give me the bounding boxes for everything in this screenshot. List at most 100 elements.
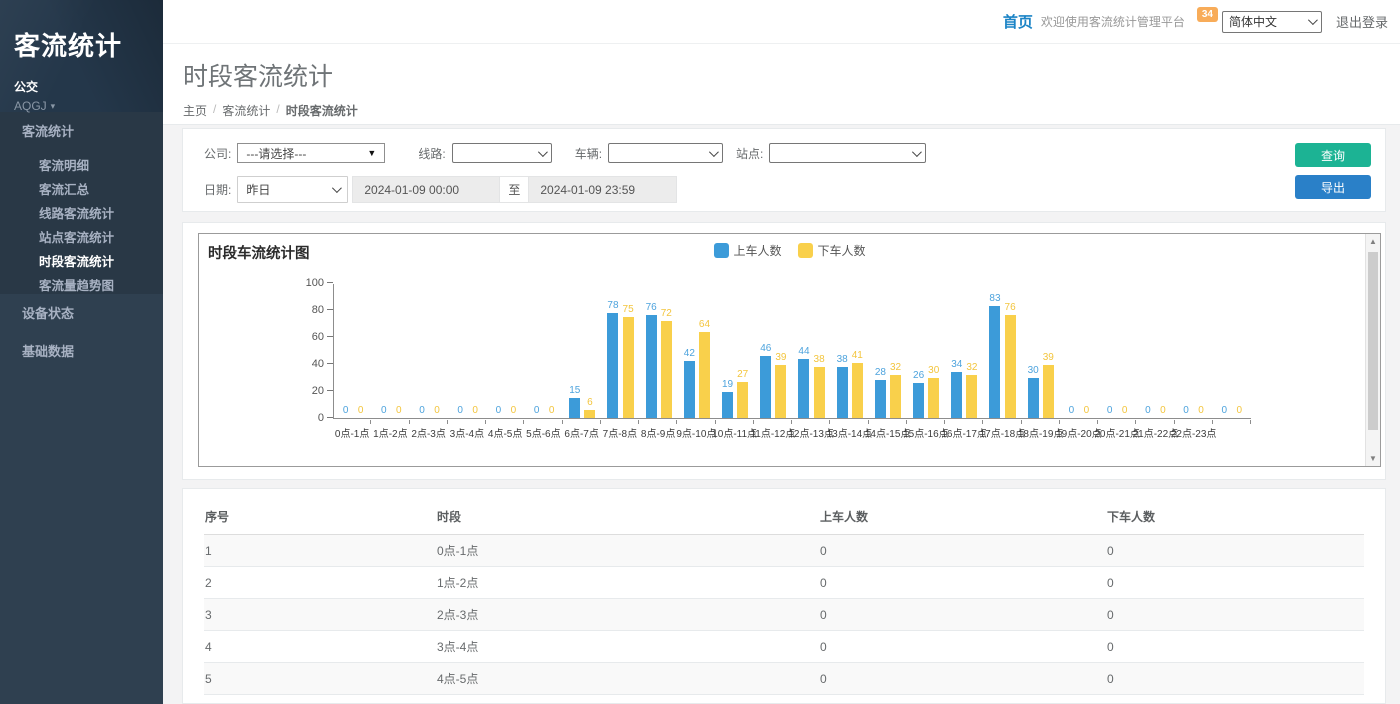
table-row: 21点-2点00 xyxy=(204,567,1364,599)
x-axis-label: 18点-19点 xyxy=(1022,425,1060,440)
date-range-separator: 至 xyxy=(500,176,528,203)
sidebar-item[interactable]: 客流统计 xyxy=(0,112,163,150)
scroll-up-icon[interactable]: ▲ xyxy=(1366,234,1380,249)
chart-category: 3039 xyxy=(1022,284,1060,418)
bar-value-label: 0 xyxy=(511,405,517,416)
notification-badge: 34 xyxy=(1197,7,1218,22)
caret-down-icon: ▾ xyxy=(51,101,56,112)
x-axis-label: 19点-20点 xyxy=(1060,425,1098,440)
sidebar-subitem[interactable]: 客流明细 xyxy=(0,150,163,174)
sidebar-subitem[interactable]: 客流汇总 xyxy=(0,174,163,198)
station-select[interactable] xyxy=(769,143,926,163)
sidebar-subitem[interactable]: 时段客流统计 xyxy=(0,246,163,270)
breadcrumb-item: 时段客流统计 xyxy=(286,102,358,119)
bar-value-label: 32 xyxy=(966,362,977,373)
date-preset-select[interactable]: 昨日 xyxy=(237,176,348,203)
bar-column: 0 xyxy=(378,405,389,418)
bar-value-label: 64 xyxy=(699,319,710,330)
sidebar-brand: 客流统计 公交 AQGJ ▾ xyxy=(0,0,163,112)
sidebar-subitem[interactable]: 客流量趋势图 xyxy=(0,270,163,294)
bar xyxy=(1005,315,1016,418)
date-from-input[interactable]: 2024-01-09 00:00 xyxy=(352,176,500,203)
bar-column: 0 xyxy=(546,405,557,418)
query-button[interactable]: 查询 xyxy=(1295,143,1371,167)
bar xyxy=(607,313,618,418)
language-select[interactable]: 简体中文 xyxy=(1222,11,1322,33)
legend-item[interactable]: 上车人数 xyxy=(713,242,781,259)
chart-panel: 时段车流统计图 上车人数下车人数 00000000000015678757672… xyxy=(182,222,1386,480)
bar-value-label: 75 xyxy=(623,304,634,315)
bar-value-label: 39 xyxy=(1043,352,1054,363)
table-header-row: 序号时段上车人数下车人数 xyxy=(204,499,1364,535)
table-column-header: 序号 xyxy=(204,499,436,535)
date-label: 日期: xyxy=(204,181,231,198)
bar-column: 38 xyxy=(837,354,848,418)
scroll-down-icon[interactable]: ▼ xyxy=(1366,451,1380,466)
date-preset-value: 昨日 xyxy=(246,181,270,198)
sidebar-subitem[interactable]: 站点客流统计 xyxy=(0,222,163,246)
bar xyxy=(661,321,672,418)
sidebar-subitem[interactable]: 线路客流统计 xyxy=(0,198,163,222)
chart-category: 2630 xyxy=(907,284,945,418)
page-heading: 时段客流统计 主页/客流统计/时段客流统计 xyxy=(163,44,1400,125)
date-to-input[interactable]: 2024-01-09 23:59 xyxy=(528,176,677,203)
bar-column: 0 xyxy=(1066,405,1077,418)
legend-label: 下车人数 xyxy=(818,242,866,259)
bar xyxy=(1028,378,1039,419)
breadcrumb-separator: / xyxy=(276,102,279,119)
x-tick xyxy=(333,420,371,424)
bar-value-label: 78 xyxy=(607,300,618,311)
company-select[interactable]: ---请选择--- ▼ xyxy=(237,143,385,163)
breadcrumb-item[interactable]: 主页 xyxy=(183,102,207,119)
x-axis-label: 9点-10点 xyxy=(677,425,715,440)
sidebar-item[interactable]: 设备状态 xyxy=(0,294,163,332)
x-axis-label: 10点-11点 xyxy=(716,425,754,440)
bar-value-label: 0 xyxy=(381,405,387,416)
chart-category: 7672 xyxy=(640,284,678,418)
logout-link[interactable]: 退出登录 xyxy=(1336,12,1388,31)
org-code-dropdown[interactable]: AQGJ ▾ xyxy=(14,99,149,113)
bar-value-label: 26 xyxy=(913,370,924,381)
bar-value-label: 0 xyxy=(343,405,349,416)
bar-column: 0 xyxy=(355,405,366,418)
home-link[interactable]: 首页 xyxy=(1003,11,1033,32)
bar-column: 0 xyxy=(1181,405,1192,418)
bar-value-label: 0 xyxy=(1107,405,1113,416)
x-tick xyxy=(830,420,868,424)
export-button[interactable]: 导出 xyxy=(1295,175,1371,199)
chart-category: 4264 xyxy=(678,284,716,418)
vehicle-select[interactable] xyxy=(608,143,723,163)
sidebar-item[interactable]: 基础数据 xyxy=(0,332,163,370)
x-axis-label: 1点-2点 xyxy=(371,425,409,440)
bar-value-label: 32 xyxy=(890,362,901,373)
bar xyxy=(623,317,634,418)
table-cell: 0 xyxy=(1106,599,1364,631)
chart-scrollbar[interactable]: ▲ ▼ xyxy=(1365,234,1380,466)
breadcrumb-item[interactable]: 客流统计 xyxy=(222,102,270,119)
chart-category: 78 75 xyxy=(601,284,639,418)
bar-value-label: 0 xyxy=(1145,405,1151,416)
table-cell: 0 xyxy=(819,567,1106,599)
scrollbar-thumb[interactable] xyxy=(1368,252,1378,430)
legend-item[interactable]: 下车人数 xyxy=(798,242,866,259)
chart-category: 2832 xyxy=(869,284,907,418)
chevron-down-icon xyxy=(912,147,922,157)
bar-value-label: 34 xyxy=(951,359,962,370)
x-tick xyxy=(1213,420,1251,424)
chart-title: 时段车流统计图 xyxy=(208,242,310,263)
chart-category: 4639 xyxy=(754,284,792,418)
line-select[interactable] xyxy=(452,143,552,163)
sidebar-section: 客流统计客流明细客流汇总线路客流统计站点客流统计时段客流统计客流量趋势图 xyxy=(0,112,163,294)
chart-category: 8376 xyxy=(983,284,1021,418)
bar xyxy=(1043,365,1054,418)
y-axis-label: 100 xyxy=(288,277,324,289)
bar xyxy=(966,375,977,418)
table-cell: 1 xyxy=(204,535,436,567)
bar-column: 0 xyxy=(455,405,466,418)
vehicle-label: 车辆: xyxy=(575,145,602,162)
bar-value-label: 0 xyxy=(1183,405,1189,416)
x-tick xyxy=(754,420,792,424)
bar-column: 0 xyxy=(531,405,542,418)
table-body: 10点-1点0021点-2点0032点-3点0043点-4点0054点-5点00… xyxy=(204,535,1364,704)
x-axis-label: 17点-18点 xyxy=(983,425,1021,440)
